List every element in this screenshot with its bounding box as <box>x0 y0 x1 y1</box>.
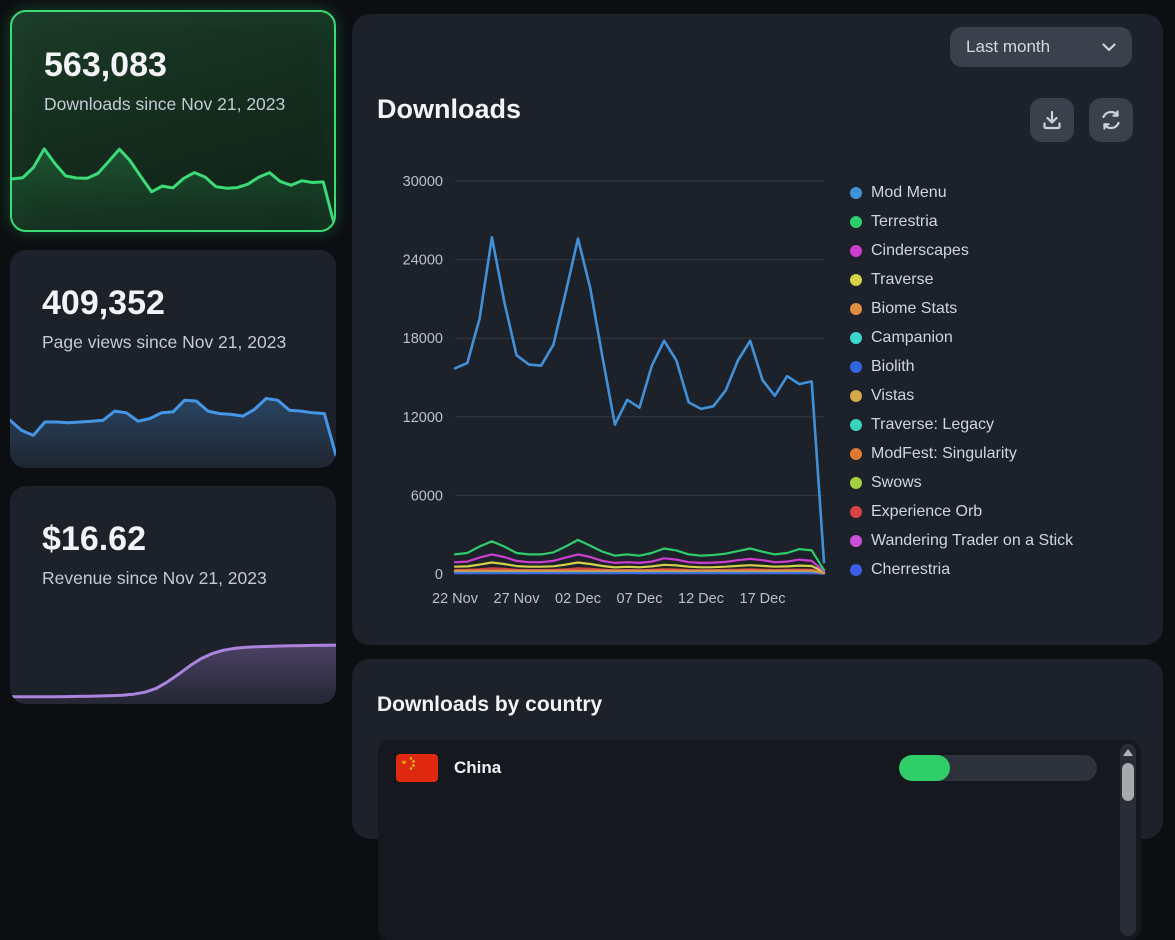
downloads-stat-card[interactable]: 563,083 Downloads since Nov 21, 2023 <box>10 10 336 232</box>
date-range-selector[interactable]: Last month <box>950 27 1132 67</box>
revenue-amount: $16.62 <box>42 520 304 559</box>
country-list-scrollbar[interactable] <box>1120 744 1136 936</box>
downloads-chart: 0 6000 12000 18000 24000 30000 22 Nov 27 Nov 02 … <box>392 164 852 624</box>
legend-item[interactable]: Campanion <box>850 327 1073 349</box>
y-axis-tick: 6000 <box>411 488 443 504</box>
legend-item[interactable]: Traverse <box>850 269 1073 291</box>
downloads-panel: Last month Downloads 0 6000 12000 18000 2400… <box>352 14 1163 645</box>
country-progress-track <box>899 755 1097 781</box>
chart-series-line <box>455 573 824 574</box>
legend-dot <box>850 245 862 257</box>
legend-item[interactable]: Biolith <box>850 356 1073 378</box>
revenue-stat-card[interactable]: $16.62 Revenue since Nov 21, 2023 <box>10 486 336 704</box>
refresh-button[interactable] <box>1089 98 1133 142</box>
x-axis-tick: 22 Nov <box>432 591 479 607</box>
y-axis-tick: 24000 <box>403 253 443 269</box>
legend-label: Vistas <box>871 387 914 405</box>
legend-dot <box>850 564 862 576</box>
legend-dot <box>850 303 862 315</box>
country-panel-title: Downloads by country <box>377 693 602 717</box>
chart-series-line <box>455 237 824 562</box>
legend-label: Traverse: Legacy <box>871 416 994 434</box>
y-axis-tick: 12000 <box>403 410 443 426</box>
scrollbar-thumb[interactable] <box>1122 763 1134 801</box>
legend-label: Traverse <box>871 271 934 289</box>
legend-item[interactable]: Terrestria <box>850 211 1073 233</box>
legend-label: Swows <box>871 474 922 492</box>
legend-dot <box>850 506 862 518</box>
legend-label: Biolith <box>871 358 915 376</box>
legend-dot <box>850 390 862 402</box>
y-axis-tick: 18000 <box>403 331 443 347</box>
y-axis-tick: 0 <box>435 567 443 583</box>
china-flag-icon <box>396 754 438 782</box>
legend-item[interactable]: Cinderscapes <box>850 240 1073 262</box>
legend-item[interactable]: ModFest: Singularity <box>850 443 1073 465</box>
country-progress-fill <box>899 755 950 781</box>
legend-dot <box>850 216 862 228</box>
country-name: China <box>454 758 501 778</box>
legend-dot <box>850 419 862 431</box>
export-button[interactable] <box>1030 98 1074 142</box>
legend-item[interactable]: Vistas <box>850 385 1073 407</box>
legend-item[interactable]: Traverse: Legacy <box>850 414 1073 436</box>
legend-item[interactable]: Wandering Trader on a Stick <box>850 530 1073 552</box>
downloads-panel-title: Downloads <box>377 94 521 125</box>
legend-dot <box>850 361 862 373</box>
country-list: China <box>378 740 1141 940</box>
legend-label: Terrestria <box>871 213 938 231</box>
x-axis-tick: 27 Nov <box>494 591 541 607</box>
legend-item[interactable]: Swows <box>850 472 1073 494</box>
page-views-count: 409,352 <box>42 284 304 323</box>
legend-label: Biome Stats <box>871 300 957 318</box>
downloads-sparkline <box>12 138 334 230</box>
page-views-sparkline <box>10 376 336 468</box>
legend-label: Cherrestria <box>871 561 950 579</box>
x-axis-tick: 07 Dec <box>617 591 663 607</box>
revenue-sparkline <box>10 612 336 704</box>
page-views-stat-card[interactable]: 409,352 Page views since Nov 21, 2023 <box>10 250 336 468</box>
x-axis-tick: 02 Dec <box>555 591 601 607</box>
date-range-label: Last month <box>966 37 1050 57</box>
legend-item[interactable]: Biome Stats <box>850 298 1073 320</box>
downloads-by-country-panel: Downloads by country China <box>352 659 1163 839</box>
legend-label: Wandering Trader on a Stick <box>871 532 1073 550</box>
revenue-amount-label: Revenue since Nov 21, 2023 <box>42 567 292 590</box>
legend-label: ModFest: Singularity <box>871 445 1017 463</box>
x-axis-tick: 12 Dec <box>678 591 724 607</box>
legend-item[interactable]: Mod Menu <box>850 182 1073 204</box>
legend-item[interactable]: Experience Orb <box>850 501 1073 523</box>
legend-item[interactable]: Cherrestria <box>850 559 1073 581</box>
legend-dot <box>850 448 862 460</box>
page-views-count-label: Page views since Nov 21, 2023 <box>42 331 292 354</box>
downloads-count-label: Downloads since Nov 21, 2023 <box>44 93 294 116</box>
legend-dot <box>850 187 862 199</box>
country-row[interactable]: China <box>378 740 1141 796</box>
legend-dot <box>850 477 862 489</box>
legend-label: Cinderscapes <box>871 242 969 260</box>
downloads-count: 563,083 <box>44 46 302 85</box>
legend-dot <box>850 535 862 547</box>
legend-label: Campanion <box>871 329 953 347</box>
legend-label: Mod Menu <box>871 184 947 202</box>
x-axis-tick: 17 Dec <box>740 591 786 607</box>
legend-dot <box>850 332 862 344</box>
legend-dot <box>850 274 862 286</box>
chart-legend: Mod Menu Terrestria Cinderscapes Traverse Bi… <box>850 182 1073 581</box>
scroll-up-arrow-icon[interactable] <box>1123 749 1133 756</box>
refresh-icon <box>1099 108 1123 132</box>
legend-label: Experience Orb <box>871 503 982 521</box>
y-axis-tick: 30000 <box>403 174 443 190</box>
download-icon <box>1041 109 1063 131</box>
chevron-down-icon <box>1102 43 1116 52</box>
